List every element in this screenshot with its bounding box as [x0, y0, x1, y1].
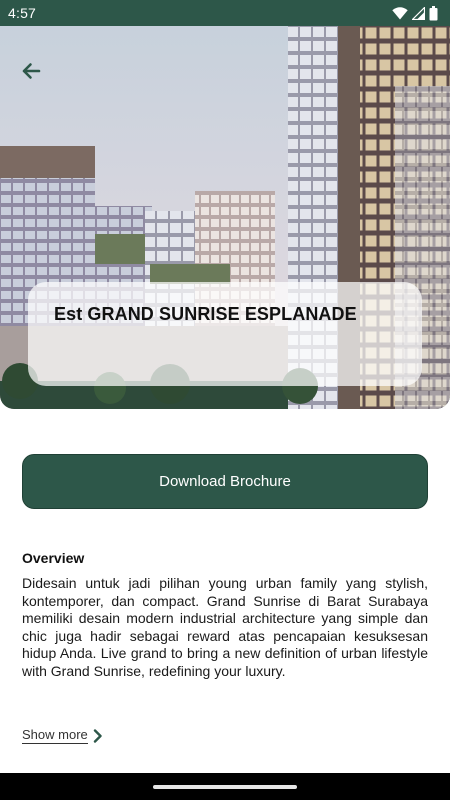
navigation-bar — [0, 773, 450, 800]
overview-heading: Overview — [22, 550, 85, 566]
wifi-icon — [392, 6, 408, 20]
status-bar: 4:57 — [0, 0, 450, 26]
title-card: Est GRAND SUNRISE ESPLANADE — [28, 282, 422, 386]
back-button[interactable] — [16, 56, 46, 86]
overview-description: Didesain untuk jadi pilihan young urban … — [22, 575, 428, 679]
arrow-left-icon — [22, 63, 41, 79]
show-more-label: Show more — [22, 727, 88, 744]
status-icons — [392, 5, 438, 21]
home-indicator[interactable] — [153, 784, 297, 789]
property-title: Est GRAND SUNRISE ESPLANADE — [54, 304, 357, 324]
signal-icon — [412, 6, 425, 20]
status-time: 4:57 — [8, 5, 37, 21]
hero-image: Est GRAND SUNRISE ESPLANADE — [0, 26, 450, 409]
battery-icon — [429, 5, 438, 20]
download-brochure-button[interactable]: Download Brochure — [22, 454, 428, 509]
show-more-link[interactable]: Show more — [22, 727, 104, 744]
chevron-right-icon — [93, 728, 102, 743]
